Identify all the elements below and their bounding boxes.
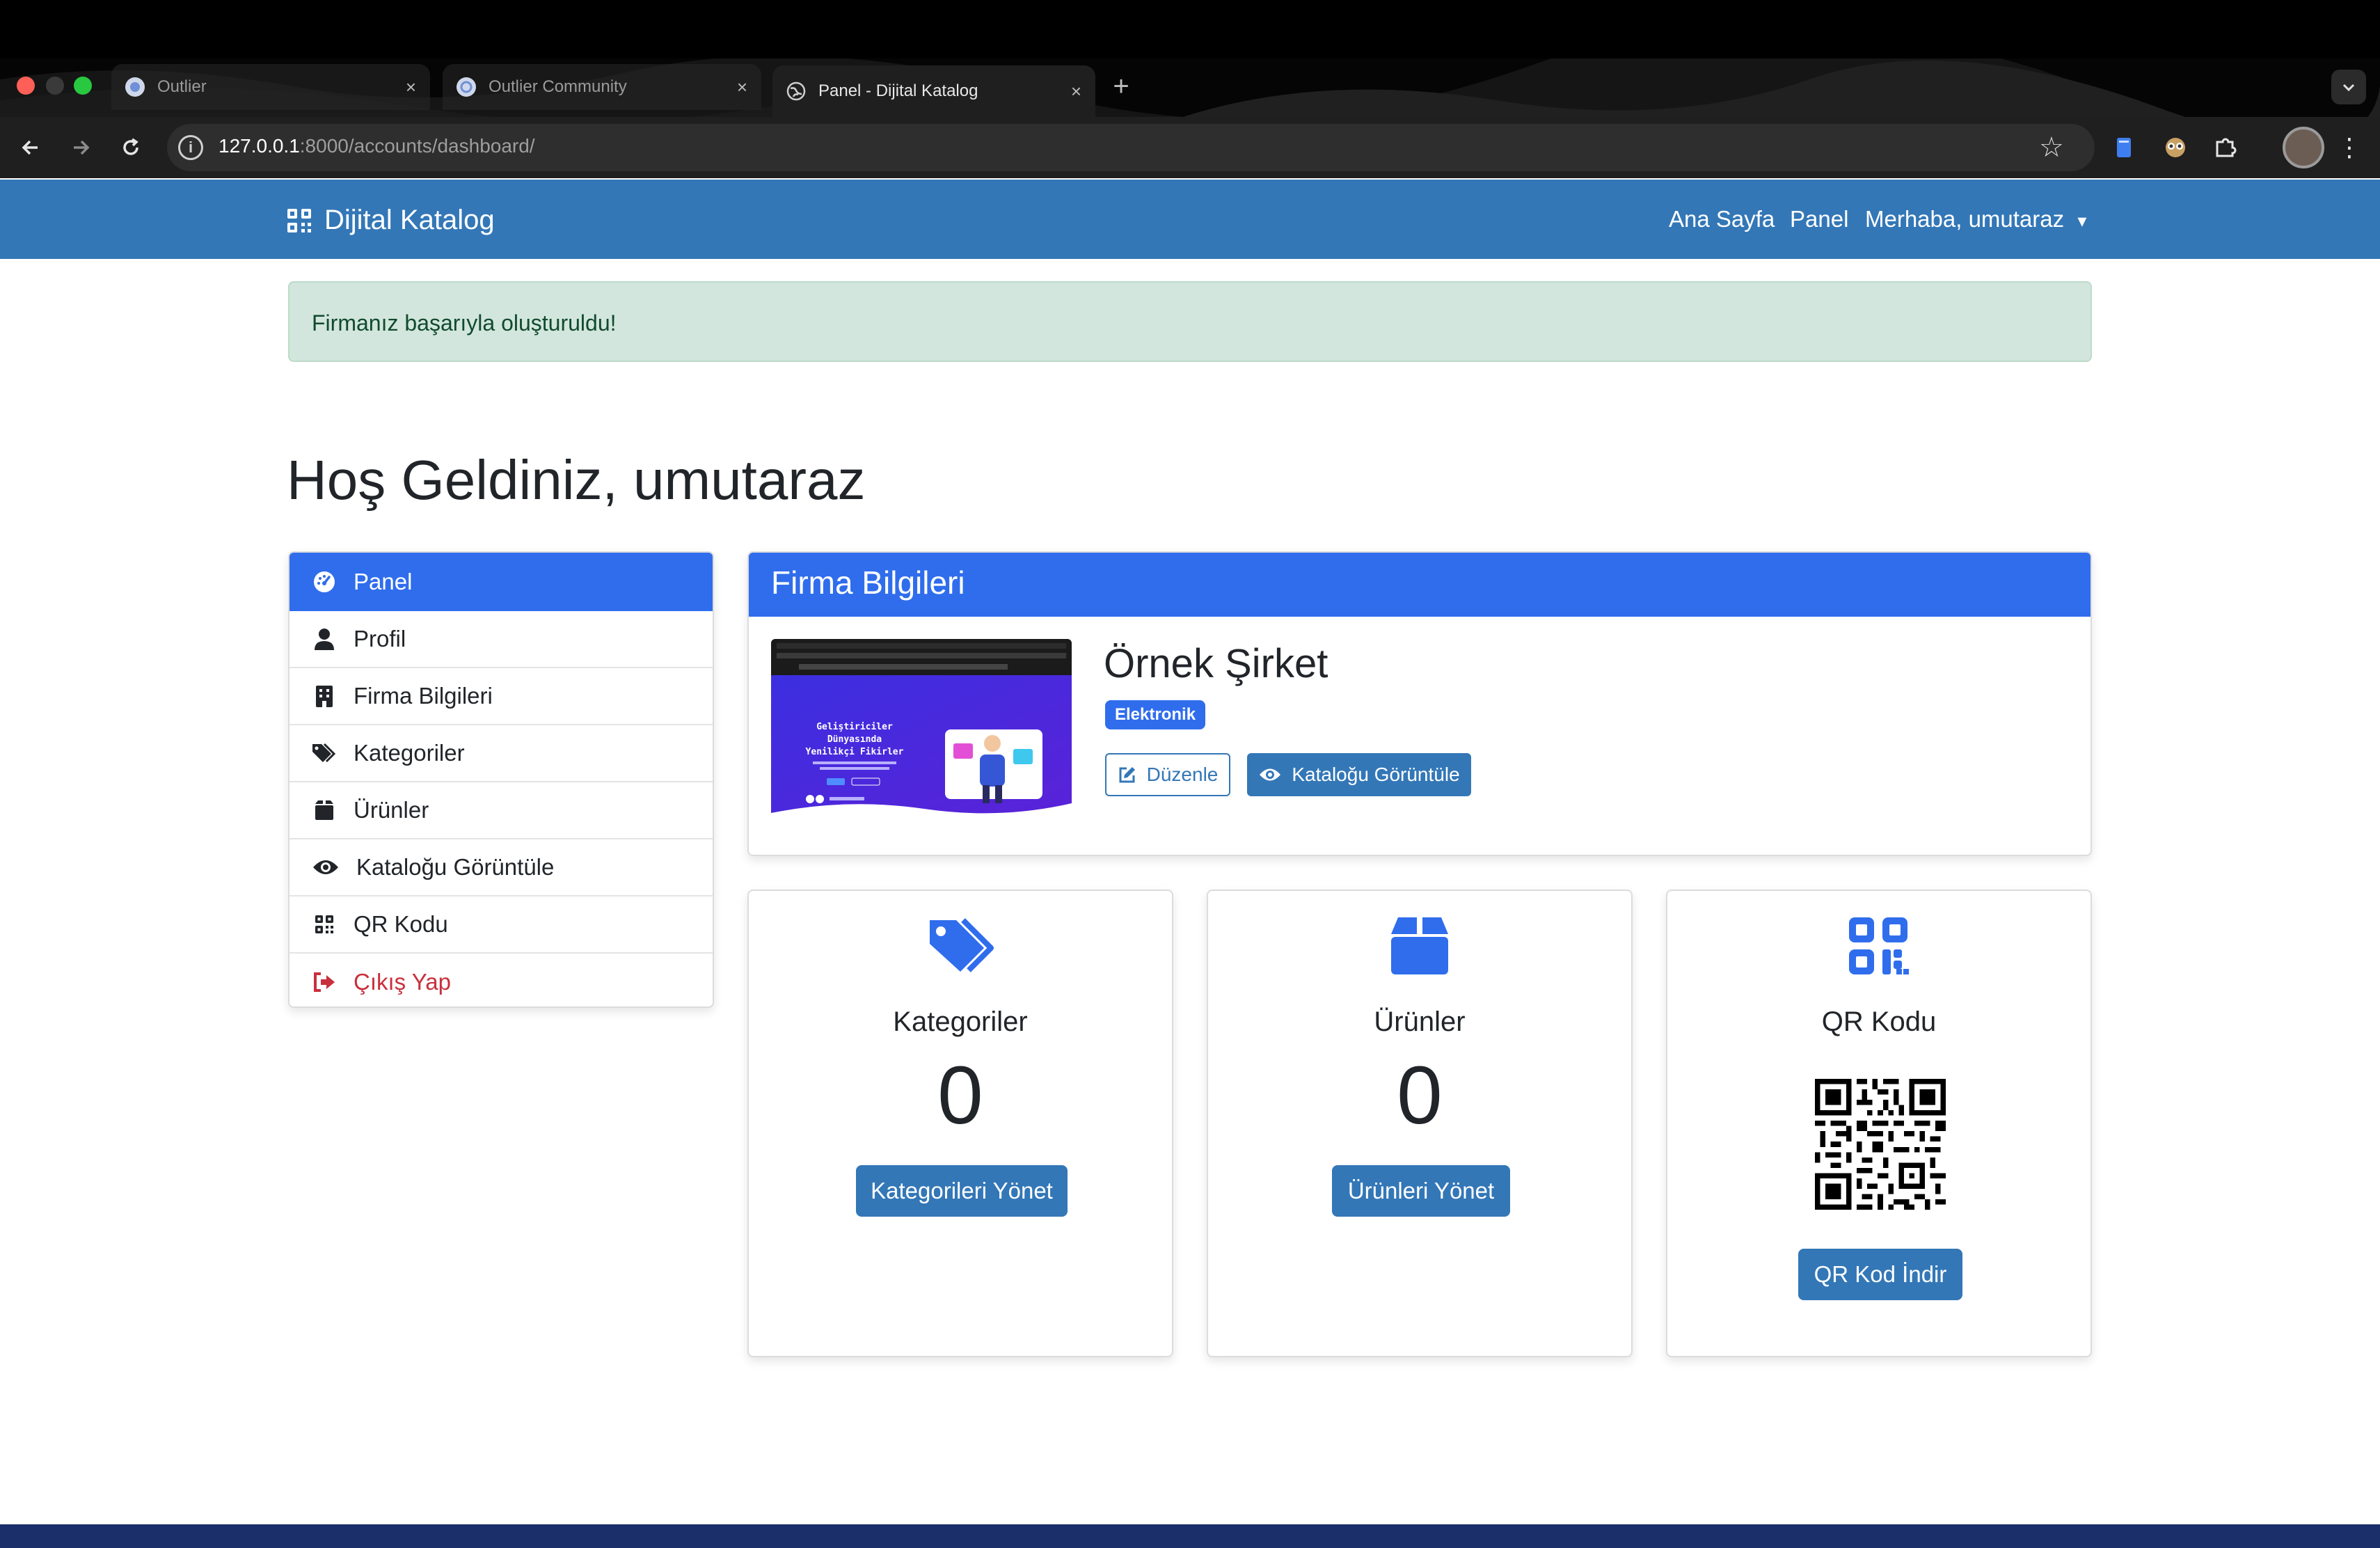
browser-tab-panel[interactable]: Panel - Dijital Katalog ×	[772, 65, 1095, 117]
sidebar-item-label: QR Kodu	[354, 911, 448, 937]
site-info-icon[interactable]: i	[178, 135, 203, 160]
firm-logo-image: Geliştiriciler Dünyasında Yenilikçi Fiki…	[771, 639, 1072, 820]
gauge-icon	[312, 569, 337, 594]
success-alert: Firmanız başarıyla oluşturuldu!	[288, 281, 2092, 362]
eye-icon	[312, 855, 340, 880]
nav-link-home[interactable]: Ana Sayfa	[1669, 206, 1775, 232]
new-tab-button[interactable]: +	[1105, 71, 1137, 103]
bookmark-star-icon[interactable]: ☆	[2039, 131, 2064, 164]
sidebar-item-products[interactable]: Ürünler	[289, 782, 713, 839]
screen-top-bar	[0, 0, 2380, 58]
products-count: 0	[1397, 1050, 1443, 1142]
address-url[interactable]: 127.0.0.1:8000/accounts/dashboard/	[219, 135, 535, 157]
sidebar-item-qr-code[interactable]: QR Kodu	[289, 897, 713, 954]
outlier-favicon-icon	[125, 77, 145, 97]
browser-tab-outlier-community[interactable]: Outlier Community ×	[443, 64, 761, 110]
download-qr-button[interactable]: QR Kod İndir	[1798, 1249, 1962, 1300]
firm-card-header: Firma Bilgileri	[749, 553, 2091, 617]
edit-firm-button[interactable]: Düzenle	[1105, 753, 1230, 796]
tab-title: Outlier	[157, 77, 207, 96]
sidebar-item-profile[interactable]: Profil	[289, 611, 713, 668]
firm-name: Örnek Şirket	[1104, 641, 1328, 686]
products-card: Ürünler 0 Ürünleri Yönet	[1207, 890, 1633, 1357]
caret-down-icon: ▾	[2077, 210, 2087, 231]
sidebar-item-view-catalog[interactable]: Kataloğu Görüntüle	[289, 839, 713, 897]
qrcode-icon	[312, 912, 337, 937]
edit-button-label: Düzenle	[1146, 764, 1219, 785]
site-footer	[0, 1524, 2380, 1548]
manage-products-button[interactable]: Ürünleri Yönet	[1332, 1165, 1510, 1217]
qr-title: QR Kodu	[1821, 1006, 1937, 1037]
sidebar-menu: Panel Profil Firma Bilgileri Kategoriler…	[288, 551, 714, 1008]
outlier-community-favicon-icon	[457, 77, 476, 97]
window-minimize-button[interactable]	[46, 77, 64, 95]
manage-categories-button[interactable]: Kategorileri Yönet	[856, 1165, 1068, 1217]
reload-icon	[123, 138, 138, 155]
category-badge: Elektronik	[1105, 700, 1206, 729]
reload-button[interactable]	[114, 131, 148, 164]
firm-info-card: Firma Bilgileri Geliştiriciler Dünyasınd…	[747, 551, 2092, 856]
chevron-down-icon	[2342, 84, 2355, 92]
tab-close-icon[interactable]: ×	[406, 77, 416, 98]
brand-name: Dijital Katalog	[324, 205, 495, 235]
view-catalog-button[interactable]: Kataloğu Görüntüle	[1247, 753, 1471, 796]
extension-docs-icon[interactable]	[2109, 132, 2139, 163]
sidebar-item-label: Kataloğu Görüntüle	[356, 854, 555, 880]
eye-icon	[1260, 768, 1281, 781]
tags-icon	[312, 741, 337, 766]
sidebar-item-firm-info[interactable]: Firma Bilgileri	[289, 668, 713, 725]
globe-icon	[786, 81, 806, 101]
nav-link-panel[interactable]: Panel	[1790, 206, 1848, 232]
box-icon	[1208, 916, 1631, 976]
qr-code-image	[1815, 1079, 1946, 1210]
alert-message: Firmanız başarıyla oluşturuldu!	[312, 310, 617, 335]
extensions-puzzle-icon[interactable]	[2210, 132, 2241, 163]
view-catalog-label: Kataloğu Görüntüle	[1292, 764, 1460, 785]
sidebar-item-label: Profil	[354, 626, 406, 651]
sidebar-item-label: Kategoriler	[354, 740, 465, 766]
qr-code-card: QR Kodu QR Kod İndir	[1666, 890, 2092, 1357]
products-title: Ürünler	[1374, 1006, 1466, 1037]
profile-avatar[interactable]	[2283, 127, 2324, 168]
brand-link[interactable]: Dijital Katalog	[287, 205, 495, 236]
sidebar-item-categories[interactable]: Kategoriler	[289, 725, 713, 782]
qrcode-icon	[287, 208, 311, 232]
categories-title: Kategoriler	[893, 1006, 1028, 1037]
thumbnail-headline: Geliştiriciler	[816, 722, 893, 732]
forward-button[interactable]	[64, 131, 97, 164]
thumbnail-headline: Yenilikçi Fikirler	[806, 747, 904, 757]
building-icon	[312, 684, 337, 709]
user-greeting: Merhaba, umutaraz	[1865, 206, 2065, 232]
tags-icon	[749, 916, 1172, 979]
tab-title: Outlier Community	[489, 77, 627, 96]
edit-icon	[1119, 767, 1135, 783]
sidebar-item-label: Firma Bilgileri	[354, 683, 493, 709]
arrow-right-icon	[74, 140, 90, 155]
box-icon	[312, 798, 337, 823]
categories-card: Kategoriler 0 Kategorileri Yönet	[747, 890, 1173, 1357]
logout-icon	[312, 970, 337, 995]
sidebar-item-label: Çıkış Yap	[354, 969, 452, 995]
tab-close-icon[interactable]: ×	[737, 77, 747, 98]
sidebar-item-logout[interactable]: Çıkış Yap	[289, 954, 713, 1006]
categories-count: 0	[937, 1050, 983, 1142]
qrcode-icon	[1667, 916, 2091, 976]
tab-search-button[interactable]	[2331, 70, 2366, 104]
sidebar-item-label: Ürünler	[354, 797, 429, 823]
page-title: Hoş Geldiniz, umutaraz	[287, 449, 866, 511]
browser-tab-outlier[interactable]: Outlier ×	[111, 64, 430, 110]
extension-owl-icon[interactable]	[2160, 132, 2191, 163]
back-button[interactable]	[14, 131, 47, 164]
sidebar-item-panel[interactable]: Panel	[289, 553, 713, 611]
window-zoom-button[interactable]	[74, 77, 92, 95]
browser-menu-icon[interactable]: ⋮	[2337, 129, 2362, 166]
user-icon	[312, 626, 337, 651]
arrow-left-icon	[22, 140, 38, 155]
tab-title: Panel - Dijital Katalog	[818, 81, 978, 100]
thumbnail-headline: Dünyasında	[827, 734, 882, 745]
user-menu-dropdown[interactable]: Merhaba, umutaraz ▾	[1865, 206, 2086, 232]
sidebar-item-label: Panel	[354, 569, 413, 594]
tab-close-icon[interactable]: ×	[1071, 81, 1081, 102]
window-close-button[interactable]	[17, 77, 35, 95]
